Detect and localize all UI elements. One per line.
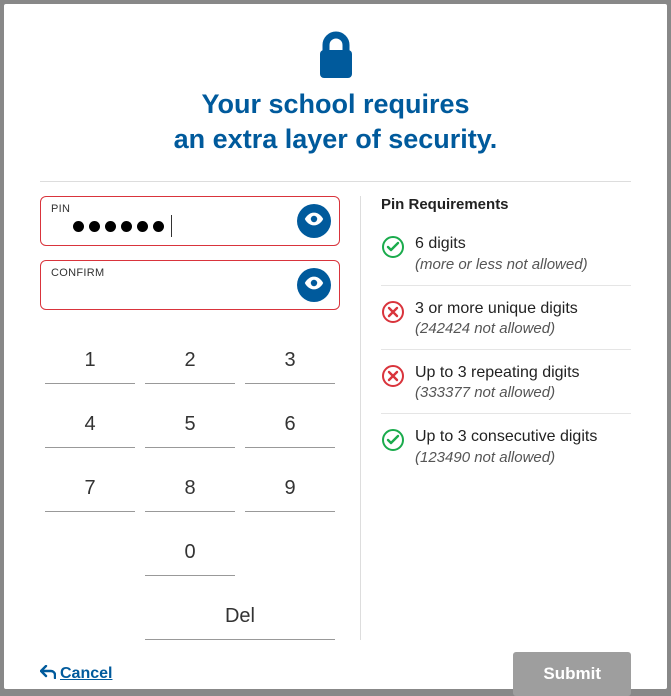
pin-dot (73, 221, 84, 232)
requirement-item: Up to 3 consecutive digits(123490 not al… (381, 414, 631, 477)
keypad-1[interactable]: 1 (45, 338, 135, 384)
requirement-text: 6 digits(more or less not allowed) (415, 233, 588, 272)
keypad-3[interactable]: 3 (245, 338, 335, 384)
pin-entry-panel: PIN CONFIRM (40, 196, 340, 640)
keypad-2[interactable]: 2 (145, 338, 235, 384)
title-line-2: an extra layer of security. (174, 124, 498, 154)
dialog-title: Your school requires an extra layer of s… (40, 87, 631, 157)
text-cursor (171, 215, 172, 237)
requirements-panel: Pin Requirements 6 digits(more or less n… (360, 196, 631, 640)
x-circle-icon (381, 300, 405, 337)
keypad-8[interactable]: 8 (145, 466, 235, 512)
requirement-item: 3 or more unique digits(242424 not allow… (381, 286, 631, 350)
undo-arrow-icon (40, 665, 56, 684)
toggle-confirm-visibility-button[interactable] (297, 268, 331, 302)
requirement-hint: (242424 not allowed) (415, 320, 578, 337)
title-line-1: Your school requires (201, 89, 469, 119)
x-circle-icon (381, 364, 405, 401)
dialog-header: Your school requires an extra layer of s… (40, 30, 631, 157)
pin-value (51, 215, 329, 237)
requirement-item: 6 digits(more or less not allowed) (381, 221, 631, 285)
pin-dot (89, 221, 100, 232)
confirm-label: CONFIRM (51, 267, 329, 279)
confirm-value (51, 279, 329, 301)
requirement-main: Up to 3 consecutive digits (415, 426, 597, 448)
pin-dot (105, 221, 116, 232)
requirement-hint: (333377 not allowed) (415, 384, 580, 401)
check-circle-icon (381, 428, 405, 465)
keypad-5[interactable]: 5 (145, 402, 235, 448)
requirement-text: 3 or more unique digits(242424 not allow… (415, 298, 578, 337)
dialog-content: PIN CONFIRM (40, 196, 631, 640)
requirement-main: Up to 3 repeating digits (415, 362, 580, 384)
confirm-field[interactable]: CONFIRM (40, 260, 340, 310)
requirement-hint: (123490 not allowed) (415, 449, 597, 466)
pin-dot (121, 221, 132, 232)
cancel-label: Cancel (60, 665, 112, 683)
keypad-9[interactable]: 9 (245, 466, 335, 512)
divider (40, 181, 631, 182)
keypad-0[interactable]: 0 (145, 530, 235, 576)
requirement-main: 6 digits (415, 233, 588, 255)
requirement-text: Up to 3 repeating digits(333377 not allo… (415, 362, 580, 401)
pin-dot (153, 221, 164, 232)
requirement-main: 3 or more unique digits (415, 298, 578, 320)
eye-icon (303, 208, 325, 235)
pin-label: PIN (51, 203, 329, 215)
pin-field[interactable]: PIN (40, 196, 340, 246)
lock-icon (312, 30, 360, 85)
requirements-list: 6 digits(more or less not allowed) 3 or m… (381, 221, 631, 478)
pin-dot (137, 221, 148, 232)
cancel-button[interactable]: Cancel (40, 665, 112, 684)
keypad-delete[interactable]: Del (145, 594, 335, 640)
dialog-footer: Cancel Submit (40, 652, 631, 696)
requirement-item: Up to 3 repeating digits(333377 not allo… (381, 350, 631, 414)
requirement-hint: (more or less not allowed) (415, 256, 588, 273)
eye-icon (303, 272, 325, 299)
keypad-4[interactable]: 4 (45, 402, 135, 448)
security-dialog: Your school requires an extra layer of s… (4, 4, 667, 689)
requirement-text: Up to 3 consecutive digits(123490 not al… (415, 426, 597, 465)
numeric-keypad: 1 2 3 4 5 6 7 8 9 0 Del (40, 338, 340, 640)
keypad-6[interactable]: 6 (245, 402, 335, 448)
toggle-pin-visibility-button[interactable] (297, 204, 331, 238)
check-circle-icon (381, 235, 405, 272)
submit-button[interactable]: Submit (513, 652, 631, 696)
requirements-title: Pin Requirements (381, 196, 631, 213)
keypad-7[interactable]: 7 (45, 466, 135, 512)
